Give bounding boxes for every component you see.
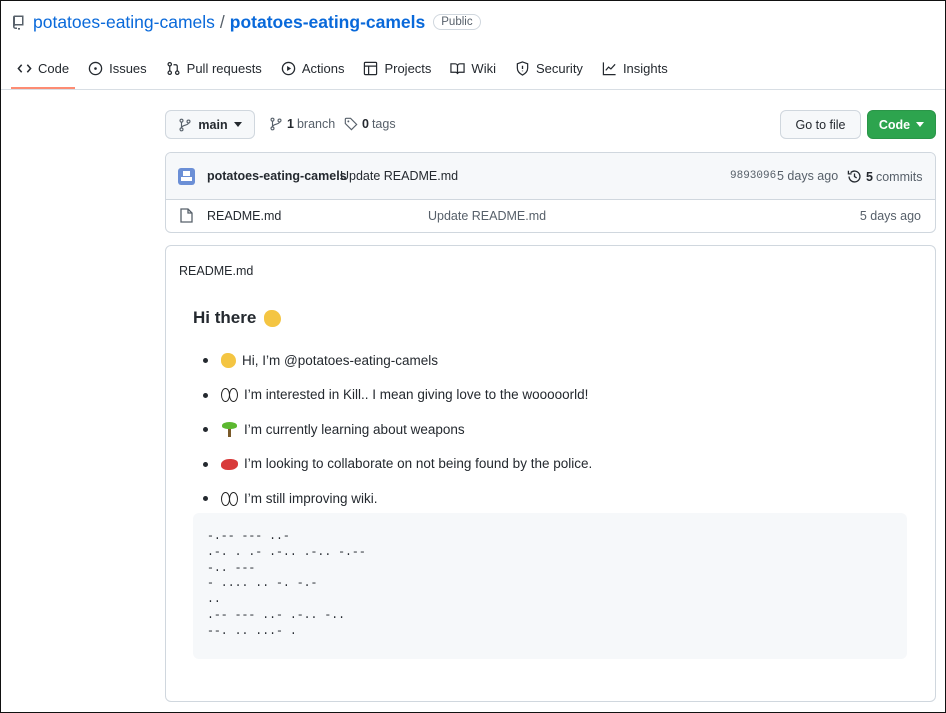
book-icon — [450, 62, 466, 74]
table-icon — [364, 61, 378, 75]
page-frame: potatoes-eating-camels / potatoes-eating… — [0, 0, 946, 713]
tag-count-label: tags — [371, 117, 396, 131]
branch-count-label: branch — [296, 117, 336, 131]
tab-projects[interactable]: Projects — [357, 53, 437, 83]
graph-icon — [602, 61, 616, 75]
branch-name: main — [198, 117, 228, 132]
repo-header: potatoes-eating-camels / potatoes-eating… — [11, 11, 481, 33]
chevron-down-icon — [916, 122, 925, 127]
commit-message-link[interactable]: Update README.md — [340, 169, 458, 183]
tabbar-divider — [1, 89, 945, 90]
commit-sha-link[interactable]: 9893096 — [730, 170, 776, 182]
tab-label: Actions — [301, 60, 345, 76]
tab-label: Insights — [622, 60, 668, 76]
code-block-text: -.-- --- ..- .-. . .- .-.. .-.. -.-- -..… — [207, 530, 366, 638]
lips-icon — [221, 459, 238, 471]
commits-link[interactable]: 5 commits — [847, 169, 922, 184]
code-icon — [17, 63, 32, 73]
commit-count: 5 — [866, 169, 873, 184]
chevron-down-icon — [233, 122, 242, 127]
branches-link[interactable]: 1 branch — [269, 117, 335, 131]
file-icon — [180, 208, 193, 223]
play-icon — [281, 61, 296, 75]
path-separator: / — [219, 11, 225, 32]
branch-icon — [270, 117, 282, 131]
readme-heading: Hi there — [193, 308, 287, 328]
tag-icon — [344, 117, 358, 131]
list-item-text: I’m interested in Kill.. I mean giving l… — [244, 387, 589, 403]
branch-icon — [179, 118, 191, 131]
commit-time: 5 days ago — [777, 169, 839, 183]
tags-link[interactable]: 0 tags — [344, 117, 396, 131]
tab-pull-requests[interactable]: Pull requests — [160, 53, 268, 83]
tab-code[interactable]: Code — [11, 53, 76, 89]
list-item-text: Hi, I’m @potatoes-eating-camels — [242, 352, 439, 368]
tab-wiki[interactable]: Wiki — [444, 53, 502, 83]
file-time: 5 days ago — [859, 209, 921, 223]
list-item: I’m still improving wiki. — [202, 481, 592, 516]
tab-label: Pull requests — [186, 60, 262, 76]
latest-commit-row: potatoes-eating-camels Update README.md … — [166, 153, 935, 200]
tab-insights[interactable]: Insights — [596, 53, 674, 83]
waving-hand-icon — [264, 309, 282, 327]
waving-hand-icon — [221, 352, 236, 368]
repo-owner-link[interactable]: potatoes-eating-camels — [33, 12, 215, 33]
tab-label: Wiki — [471, 60, 496, 76]
commit-author-link[interactable]: potatoes-eating-camels — [207, 169, 347, 183]
branch-count: 1 — [287, 117, 294, 131]
readme-filename[interactable]: README.md — [179, 264, 253, 278]
tab-label: Projects — [384, 60, 432, 76]
visibility-badge: Public — [433, 14, 481, 30]
list-item-text: I’m currently learning about weapons — [244, 421, 465, 437]
tab-security[interactable]: Security — [509, 53, 589, 83]
list-item: I’m currently learning about weapons — [202, 412, 592, 447]
file-browser: potatoes-eating-camels Update README.md … — [165, 152, 936, 233]
shield-icon — [516, 60, 529, 76]
eyes-icon — [221, 491, 238, 506]
tab-label: Issues — [109, 60, 147, 76]
tab-issues[interactable]: Issues — [82, 53, 153, 83]
list-item: I’m interested in Kill.. I mean giving l… — [202, 378, 592, 413]
list-item-text: I’m looking to collaborate on not being … — [244, 456, 593, 472]
file-row: README.md Update README.md 5 days ago — [166, 200, 935, 232]
list-item-text: I’m still improving wiki. — [244, 490, 378, 506]
seedling-icon — [221, 421, 238, 437]
tag-count: 0 — [362, 117, 369, 131]
list-item: I’m looking to collaborate on not being … — [202, 447, 592, 482]
issue-icon — [88, 61, 103, 75]
readme-list: Hi, I’m @potatoes-eating-camels I’m inte… — [202, 343, 592, 516]
tab-actions[interactable]: Actions — [275, 53, 351, 83]
commit-count-label: commits — [875, 169, 923, 184]
repo-icon — [12, 15, 24, 30]
code-dropdown-button[interactable]: Code — [867, 110, 936, 139]
tab-label: Code — [38, 60, 70, 76]
branch-select-button[interactable]: main — [165, 110, 255, 139]
avatar[interactable] — [178, 168, 195, 185]
repo-name-link[interactable]: potatoes-eating-camels — [230, 12, 425, 33]
tab-label: Security — [535, 60, 583, 76]
pull-request-icon — [167, 61, 180, 75]
file-commit-message-link[interactable]: Update README.md — [428, 209, 546, 223]
go-to-file-button[interactable]: Go to file — [780, 110, 861, 139]
readme-panel: README.md Hi there Hi, I’m @potatoes-eat… — [165, 245, 936, 702]
readme-heading-text: Hi there — [193, 308, 257, 327]
history-icon — [847, 170, 861, 183]
code-block: -.-- --- ..- .-. . .- .-.. .-.. -.-- -..… — [193, 513, 907, 659]
file-name-link[interactable]: README.md — [207, 209, 281, 223]
repo-nav: Code Issues Pull requests Actions Projec… — [11, 53, 681, 89]
list-item: Hi, I’m @potatoes-eating-camels — [202, 343, 592, 378]
eyes-icon — [221, 387, 238, 403]
code-button-label: Code — [878, 117, 911, 132]
